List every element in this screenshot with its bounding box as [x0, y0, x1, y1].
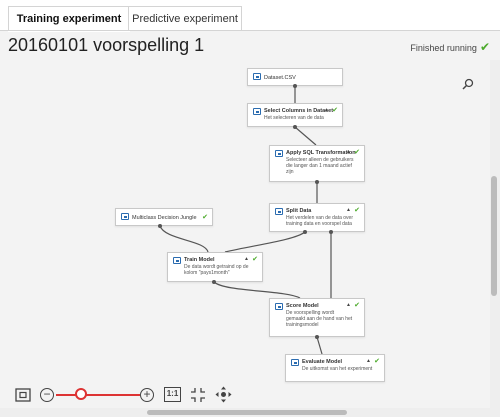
- module-icon: [253, 108, 261, 115]
- horizontal-scroll-thumb[interactable]: [147, 410, 347, 415]
- module-name: Dataset.CSV: [264, 75, 296, 81]
- experiment-tabs: Training experiment Predictive experimen…: [0, 0, 500, 32]
- module-name: Multiclass Decision Jungle: [132, 215, 197, 221]
- module-icon: [275, 208, 283, 215]
- output-port[interactable]: [315, 180, 319, 184]
- module-name: Score Model: [286, 303, 319, 309]
- module-icon: [121, 213, 129, 220]
- collapse-icon[interactable]: ▲: [244, 256, 249, 262]
- module-name: Select Columns in Dataset: [264, 108, 334, 114]
- output-port[interactable]: [293, 125, 297, 129]
- collapse-icon[interactable]: ▲: [346, 302, 351, 308]
- module-train-model[interactable]: Train Model De data wordt getraind op de…: [167, 252, 263, 282]
- collapse-icon[interactable]: ▲: [346, 149, 351, 155]
- module-name: Split Data: [286, 208, 312, 214]
- tab-divider: [0, 30, 500, 31]
- module-description: Selecteer alleen de gebruikers die lange…: [286, 157, 354, 175]
- module-description: De uitkomst van het experiment: [302, 366, 373, 372]
- zoom-in-button[interactable]: +: [140, 388, 154, 402]
- check-icon: ✔: [252, 256, 258, 263]
- module-description: Het selecteren van de data: [264, 115, 324, 121]
- collapse-icon[interactable]: ▲: [324, 107, 329, 113]
- fit-to-screen-icon[interactable]: [15, 388, 31, 402]
- check-icon: ✔: [354, 207, 360, 214]
- module-description: De data wordt getraind op de kolom "pays…: [184, 264, 249, 276]
- collapse-view-icon[interactable]: [190, 387, 206, 403]
- module-name: Evaluate Model: [302, 359, 343, 365]
- output-port[interactable]: [158, 224, 162, 228]
- output-port[interactable]: [293, 84, 297, 88]
- run-status: Finished running ✔: [410, 40, 490, 54]
- module-icon: [173, 257, 181, 264]
- experiment-canvas[interactable]: [0, 60, 490, 406]
- check-icon: ✔: [332, 107, 338, 114]
- check-icon: ✔: [479, 40, 490, 54]
- zoom-slider[interactable]: [56, 394, 140, 396]
- search-icon[interactable]: [462, 78, 474, 90]
- output-port[interactable]: [212, 280, 216, 284]
- module-evaluate-model[interactable]: Evaluate Model De uitkomst van het exper…: [285, 354, 385, 382]
- module-multiclass-decision-jungle[interactable]: Multiclass Decision Jungle ✔: [115, 208, 213, 226]
- run-status-label: Finished running: [410, 43, 477, 53]
- module-icon: [291, 359, 299, 366]
- output-port[interactable]: [303, 230, 307, 234]
- module-apply-sql-transformation[interactable]: Apply SQL Transformation Selecteer allee…: [269, 145, 365, 182]
- check-icon: ✔: [374, 358, 380, 365]
- zoom-out-button[interactable]: −: [40, 388, 54, 402]
- output-port[interactable]: [315, 335, 319, 339]
- collapse-icon[interactable]: ▲: [346, 207, 351, 213]
- module-split-data[interactable]: Split Data Het verdelen van de data over…: [269, 203, 365, 232]
- actual-size-button[interactable]: 1:1: [164, 387, 181, 402]
- module-icon: [275, 303, 283, 310]
- module-name: Train Model: [184, 257, 215, 263]
- module-icon: [275, 150, 283, 157]
- output-port[interactable]: [329, 230, 333, 234]
- check-icon: ✔: [202, 214, 208, 221]
- module-select-columns[interactable]: Select Columns in Dataset Het selecteren…: [247, 103, 343, 127]
- experiment-title: 20160101 voorspelling 1: [8, 35, 205, 55]
- pan-icon[interactable]: [215, 386, 232, 403]
- vertical-scroll-thumb[interactable]: [491, 176, 497, 296]
- collapse-icon[interactable]: ▲: [366, 358, 371, 364]
- module-description: Het verdelen van de data over training d…: [286, 215, 353, 227]
- module-description: De voorspelling wordt gemaakt aan de han…: [286, 310, 353, 328]
- tab-training-experiment[interactable]: Training experiment: [8, 6, 130, 32]
- check-icon: ✔: [354, 149, 360, 156]
- module-score-model[interactable]: Score Model De voorspelling wordt gemaak…: [269, 298, 365, 337]
- check-icon: ✔: [354, 302, 360, 309]
- dataset-icon: [253, 73, 261, 80]
- tab-predictive-experiment[interactable]: Predictive experiment: [128, 6, 242, 31]
